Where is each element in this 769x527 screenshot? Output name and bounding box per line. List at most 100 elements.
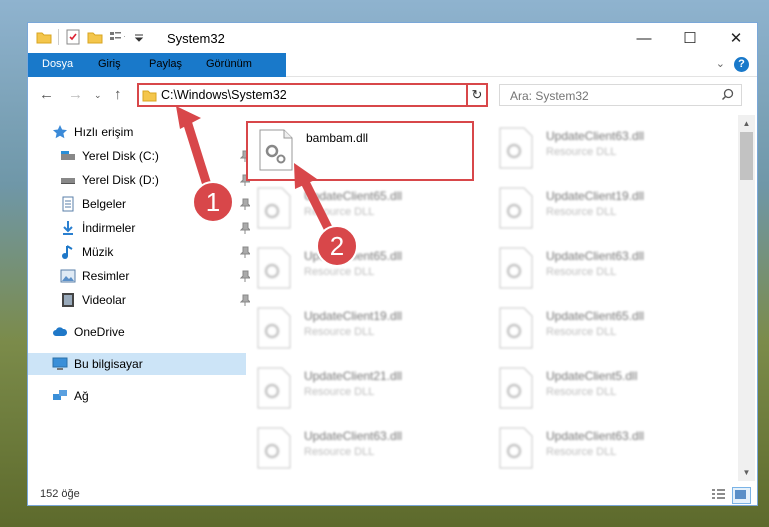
file-item[interactable]: UpdateClient63.dll Resource DLL (488, 421, 718, 471)
dll-file-icon (498, 307, 534, 349)
file-item[interactable]: UpdateClient63.dll Resource DLL (246, 421, 476, 471)
sidebar-item-onedrive[interactable]: OneDrive (28, 321, 246, 343)
tab-home[interactable]: Giriş (86, 53, 133, 76)
sidebar-item-label: Resimler (82, 269, 130, 283)
dll-file-icon (498, 367, 534, 409)
sidebar-item-pictures[interactable]: Resimler (28, 265, 254, 287)
file-item[interactable]: UpdateClient19.dll Resource DLL (488, 181, 718, 231)
file-item[interactable]: UpdateClient63.dll Resource DLL (488, 121, 718, 171)
sidebar-item-label: OneDrive (74, 325, 125, 339)
file-item[interactable]: UpdateClient65.dll Resource DLL (246, 241, 476, 291)
sidebar-item-drive-c[interactable]: Yerel Disk (C:) (28, 145, 254, 167)
navigation-pane: Hızlı erişim Yerel Disk (C:) Yerel Disk … (28, 115, 252, 481)
forward-arrow-icon[interactable]: → (68, 86, 83, 103)
file-item[interactable]: UpdateClient65.dll Resource DLL (488, 301, 718, 351)
file-type: Resource DLL (546, 446, 617, 458)
documents-icon (60, 196, 76, 212)
sidebar-item-downloads[interactable]: İndirmeler (28, 217, 254, 239)
scrollbar-thumb[interactable] (740, 132, 753, 180)
recent-locations-icon[interactable]: ⌄ (94, 90, 102, 101)
refresh-icon: ↻ (471, 87, 483, 102)
sidebar-item-label: Hızlı erişim (74, 125, 134, 139)
file-name: UpdateClient65.dll (304, 189, 403, 203)
file-type: Resource DLL (304, 326, 375, 338)
address-path[interactable]: C:\Windows\System32 (161, 88, 287, 102)
ribbon-tabs: Dosya Giriş Paylaş Görünüm ⌄ ? (28, 53, 757, 103)
customize-toolbar-icon[interactable] (109, 29, 125, 45)
file-type: Resource DLL (304, 206, 375, 218)
file-item[interactable]: UpdateClient63.dll Resource DLL (488, 241, 718, 291)
up-arrow-icon[interactable]: ↑ (114, 86, 122, 103)
dll-file-icon (256, 427, 292, 469)
pictures-icon (60, 268, 76, 284)
file-name: bambam.dll (306, 131, 369, 145)
file-name: UpdateClient19.dll (304, 309, 403, 323)
sidebar-item-quick-access[interactable]: Hızlı erişim (28, 121, 246, 143)
scroll-down-icon[interactable]: ▼ (738, 464, 755, 481)
sidebar-item-label: İndirmeler (82, 221, 136, 235)
file-name: UpdateClient63.dll (546, 129, 645, 143)
large-icons-view-icon[interactable] (732, 487, 751, 504)
status-bar: 152 öğe (28, 483, 757, 505)
file-type: Resource DLL (304, 446, 375, 458)
sidebar-item-this-pc[interactable]: Bu bilgisayar (28, 353, 246, 375)
window-title: System32 (167, 31, 225, 46)
star-icon (52, 124, 68, 140)
file-item[interactable]: UpdateClient5.dll Resource DLL (488, 361, 718, 411)
minimize-button[interactable]: — (621, 23, 667, 53)
sidebar-item-videos[interactable]: Videolar (28, 289, 254, 311)
maximize-icon: ☐ (683, 30, 697, 47)
folder-icon[interactable] (36, 29, 52, 45)
sidebar-item-network[interactable]: Ağ (28, 385, 246, 407)
sidebar-item-label: Müzik (82, 245, 114, 259)
cloud-icon (52, 324, 68, 340)
expand-ribbon-icon[interactable]: ⌄ (716, 57, 725, 70)
file-item[interactable]: UpdateClient19.dll Resource DLL (246, 301, 476, 351)
tab-share[interactable]: Paylaş (137, 53, 194, 76)
file-name: UpdateClient63.dll (304, 429, 403, 443)
file-type: Resource DLL (546, 146, 617, 158)
file-explorer-window: System32 — ☐ ✕ Dosya Giriş Paylaş Görünü… (27, 22, 758, 506)
file-name: UpdateClient5.dll (546, 369, 638, 383)
details-view-icon[interactable] (710, 487, 727, 502)
help-icon[interactable]: ? (734, 57, 749, 72)
file-item[interactable]: UpdateClient21.dll Resource DLL (246, 361, 476, 411)
search-box[interactable] (499, 84, 742, 106)
address-bar[interactable]: C:\Windows\System32 ⌄ (137, 83, 488, 107)
refresh-button[interactable]: ↻ (466, 83, 488, 107)
dll-file-icon (256, 247, 292, 289)
chevron-down-icon[interactable] (131, 29, 147, 45)
file-name: UpdateClient65.dll (546, 309, 645, 323)
dll-file-icon (256, 367, 292, 409)
file-item-highlighted[interactable]: bambam.dll (246, 121, 474, 181)
sidebar-item-drive-d[interactable]: Yerel Disk (D:) (28, 169, 254, 191)
videos-icon (60, 292, 76, 308)
new-folder-icon[interactable] (87, 29, 103, 45)
sidebar-item-label: Yerel Disk (C:) (82, 149, 159, 163)
dll-file-icon (256, 187, 292, 229)
maximize-button[interactable]: ☐ (667, 23, 713, 53)
tab-view[interactable]: Görünüm (194, 53, 264, 76)
item-count: 152 öğe (40, 488, 80, 500)
computer-icon (52, 356, 68, 372)
downloads-icon (60, 220, 76, 236)
dll-file-icon (498, 187, 534, 229)
dll-file-icon (258, 129, 294, 171)
search-icon[interactable] (721, 88, 734, 104)
file-type: Resource DLL (304, 386, 375, 398)
file-item[interactable]: UpdateClient65.dll Resource DLL (246, 181, 476, 231)
dll-file-icon (498, 127, 534, 169)
file-type: Resource DLL (546, 266, 617, 278)
close-button[interactable]: ✕ (713, 23, 757, 53)
sidebar-item-music[interactable]: Müzik (28, 241, 254, 263)
sidebar-item-documents[interactable]: Belgeler (28, 193, 254, 215)
properties-icon[interactable] (65, 29, 81, 45)
scroll-up-icon[interactable]: ▲ (738, 115, 755, 132)
vertical-scrollbar[interactable]: ▲ ▼ (738, 115, 755, 481)
file-type: Resource DLL (546, 326, 617, 338)
drive-icon (60, 172, 76, 188)
search-input[interactable] (508, 88, 712, 104)
back-arrow-icon[interactable]: ← (39, 86, 54, 103)
file-name: UpdateClient19.dll (546, 189, 645, 203)
sidebar-item-label: Ağ (74, 389, 89, 403)
